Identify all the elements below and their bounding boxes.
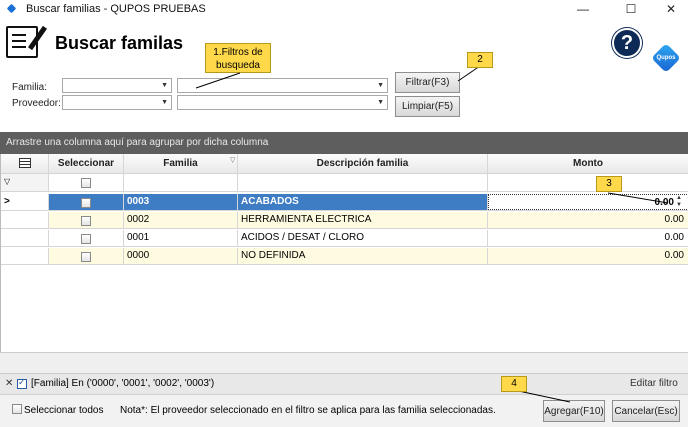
title-bar: Buscar familias - QUPOS PRUEBAS — ☐ ✕ [0, 0, 688, 18]
filter-icon[interactable]: ▽ [230, 156, 235, 164]
proveedor-description-combo[interactable]: ▼ [177, 95, 388, 110]
familia-cell[interactable]: 0000 [124, 248, 238, 264]
clear-filter-icon[interactable]: ✕ [5, 378, 13, 389]
limpiar-button[interactable]: Limpiar(F5) [395, 96, 460, 117]
descripcion-cell[interactable]: NO DEFINIDA [238, 248, 488, 264]
filter-descripcion-cell[interactable] [238, 174, 488, 191]
chevron-down-icon: ▼ [377, 82, 384, 89]
header: Buscar familas ? Qupos [0, 18, 688, 73]
group-by-panel[interactable]: Arrastre una columna aquí para agrupar p… [0, 132, 688, 154]
agregar-button[interactable]: Agregar(F10) [543, 400, 605, 422]
column-header-descripcion[interactable]: Descripción familia [238, 154, 488, 173]
chevron-down-icon: ▼ [377, 99, 384, 106]
chevron-down-icon: ▼ [161, 82, 168, 89]
familia-label: Familia: [12, 82, 48, 93]
familia-cell[interactable]: 0003 [124, 194, 238, 210]
column-chooser-icon[interactable] [1, 154, 49, 173]
table-row[interactable]: 0000 NO DEFINIDA 0.00 [1, 248, 688, 265]
proveedor-label: Proveedor: [12, 98, 61, 109]
row-indicator [1, 212, 49, 228]
note-text: Nota*: El proveedor seleccionado en el f… [120, 405, 496, 416]
familia-cell[interactable]: 0001 [124, 230, 238, 246]
familias-grid: Seleccionar Familia ▽ Descripción famili… [0, 154, 688, 352]
monto-cell[interactable]: 0.00 [488, 212, 688, 228]
seleccionar-todos-label[interactable]: Seleccionar todos [24, 405, 104, 416]
descripcion-cell[interactable]: HERRAMIENTA ELECTRICA [238, 212, 488, 228]
row-checkbox[interactable] [49, 194, 124, 210]
edit-filter-link[interactable]: Editar filtro [630, 378, 678, 389]
active-filter-bar: ✕ [Familia] En ('0000', '0001', '0002', … [0, 374, 688, 394]
page-title: Buscar familas [55, 33, 184, 53]
callout-2: 2 [467, 52, 493, 68]
bottom-bar: Seleccionar todos Nota*: El proveedor se… [0, 394, 688, 427]
help-icon[interactable]: ? [612, 28, 642, 58]
app-icon [6, 3, 18, 15]
row-checkbox[interactable] [49, 248, 124, 264]
familia-cell[interactable]: 0002 [124, 212, 238, 228]
filter-familia-cell[interactable] [124, 174, 238, 191]
spin-arrows-icon[interactable]: ▲ ▼ [676, 195, 682, 209]
grid-header-row: Seleccionar Familia ▽ Descripción famili… [1, 154, 688, 174]
callout-4: 4 [501, 376, 527, 392]
table-row[interactable]: > 0003 ACABADOS 0.00 ▲ ▼ [1, 194, 688, 211]
maximize-button[interactable]: ☐ [616, 0, 646, 18]
table-row[interactable]: 0001 ACIDOS / DESAT / CLORO 0.00 [1, 230, 688, 247]
minimize-button[interactable]: — [568, 0, 598, 18]
close-button[interactable]: ✕ [656, 0, 686, 18]
filter-enabled-checkbox[interactable] [17, 377, 27, 389]
window-title: Buscar familias - QUPOS PRUEBAS [26, 3, 206, 15]
filter-monto-cell[interactable] [488, 174, 688, 191]
row-checkbox[interactable] [49, 230, 124, 246]
row-indicator [1, 248, 49, 264]
qupos-logo-text: Qupos [656, 55, 676, 61]
table-row[interactable]: 0002 HERRAMIENTA ELECTRICA 0.00 [1, 212, 688, 229]
filter-expression: [Familia] En ('0000', '0001', '0002', '0… [31, 378, 215, 389]
proveedor-combo[interactable]: ▼ [62, 95, 172, 110]
row-indicator [1, 230, 49, 246]
callout-3: 3 [596, 176, 622, 192]
familia-combo[interactable]: ▼ [62, 78, 172, 93]
grid-filter-row: ▽ [1, 174, 688, 192]
cancelar-button[interactable]: Cancelar(Esc) [612, 400, 680, 422]
monto-cell[interactable]: 0.00 [488, 230, 688, 246]
column-header-seleccionar[interactable]: Seleccionar [49, 154, 124, 173]
grid-footer [0, 352, 688, 374]
monto-spin-input[interactable]: 0.00 [488, 194, 688, 210]
filter-icon: ▽ [1, 174, 49, 191]
descripcion-cell[interactable]: ACIDOS / DESAT / CLORO [238, 230, 488, 246]
row-checkbox[interactable] [49, 212, 124, 228]
row-indicator-icon: > [1, 194, 49, 210]
column-header-familia[interactable]: Familia [124, 154, 238, 173]
familia-description-combo[interactable]: ▼ [177, 78, 388, 93]
chevron-down-icon: ▼ [161, 99, 168, 106]
filter-seleccionar-checkbox[interactable] [49, 174, 124, 191]
edit-document-icon [6, 25, 48, 58]
column-header-monto[interactable]: Monto [488, 154, 688, 173]
seleccionar-todos-checkbox[interactable] [12, 404, 22, 414]
callout-1: 1.Filtros de busqueda [205, 43, 271, 73]
monto-cell[interactable]: 0.00 [488, 248, 688, 264]
descripcion-cell[interactable]: ACABADOS [238, 194, 488, 210]
filtrar-button[interactable]: Filtrar(F3) [395, 72, 460, 93]
